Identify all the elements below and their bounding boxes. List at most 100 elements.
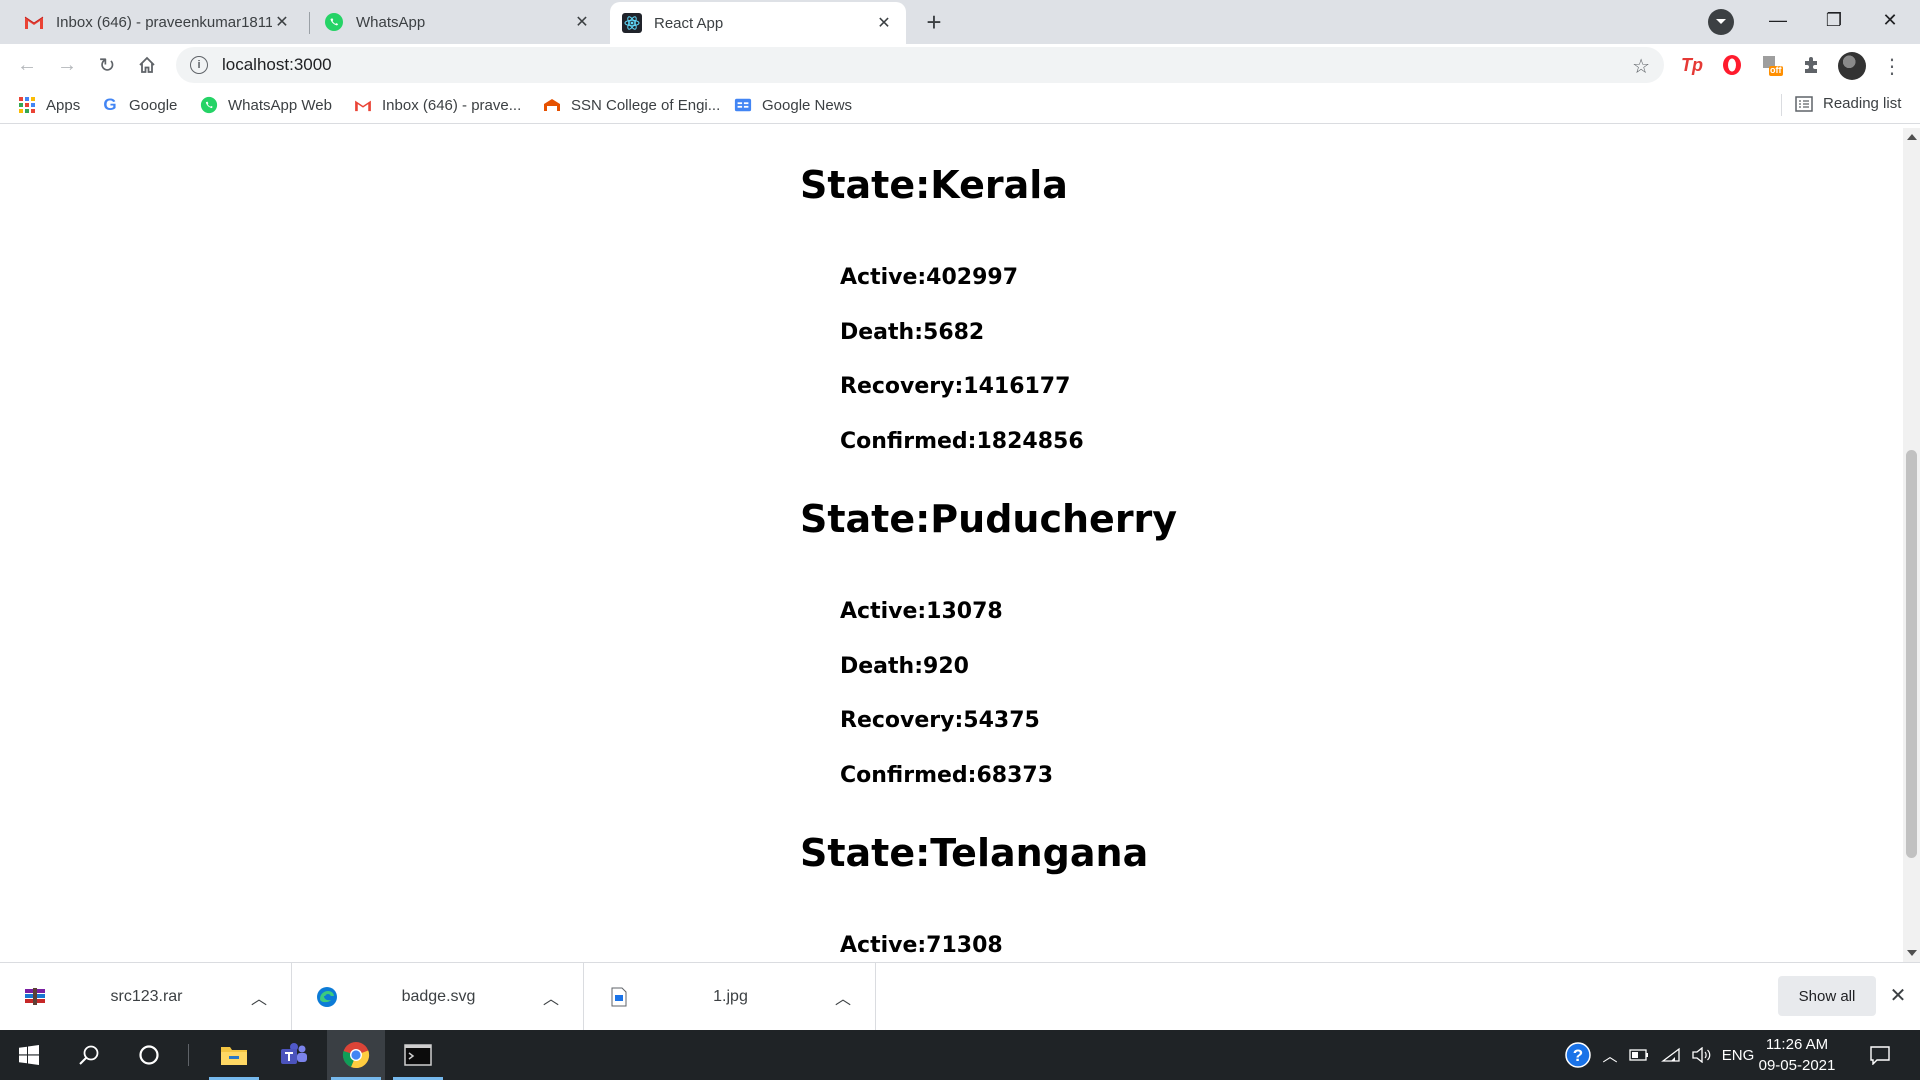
bookmarks-divider (1781, 94, 1782, 116)
tab-close-icon[interactable]: ✕ (572, 12, 592, 32)
taskbar-terminal[interactable] (389, 1030, 447, 1080)
download-item-badge[interactable]: badge.svg ︿ (292, 963, 584, 1031)
bookmarks-bar: Apps G Google WhatsApp Web Inbox (646) -… (0, 86, 1920, 124)
tab-title: Inbox (646) - praveenkumar1811 (56, 13, 272, 31)
show-hidden-icons-chevron-up-icon[interactable]: ︿ (1598, 1030, 1622, 1080)
gmail-icon (354, 96, 372, 114)
image-file-icon (606, 984, 632, 1010)
whatsapp-icon (324, 12, 344, 32)
tab-react-app[interactable]: React App ✕ (610, 2, 906, 44)
stat-active: Active:402997 (840, 265, 1019, 290)
volume-icon[interactable] (1688, 1030, 1714, 1080)
extension-badge: off (1770, 65, 1782, 75)
bookmark-inbox[interactable]: Inbox (646) - prave... (354, 95, 521, 115)
forward-button[interactable]: → (51, 49, 83, 81)
reload-icon: ↻ (98, 54, 116, 77)
battery-icon[interactable] (1626, 1030, 1652, 1080)
taskbar-chrome[interactable] (327, 1030, 385, 1080)
tab-separator (309, 12, 310, 34)
whatsapp-icon (200, 96, 218, 114)
bookmark-label: Apps (46, 96, 81, 114)
window-close-button[interactable]: ✕ (1862, 0, 1918, 40)
page-scrollbar[interactable] (1903, 128, 1920, 962)
bookmark-google-news[interactable]: Google News (734, 95, 852, 115)
tab-whatsapp[interactable]: WhatsApp ✕ (312, 2, 604, 42)
url-text[interactable]: localhost:3000 (222, 55, 332, 75)
teams-icon (281, 1043, 307, 1064)
browser-menu-button[interactable]: ⋮ (1880, 52, 1904, 80)
tab-close-icon[interactable]: ✕ (272, 12, 292, 32)
download-item-src123[interactable]: src123.rar ︿ (0, 963, 292, 1031)
download-shelf: src123.rar ︿ badge.svg ︿ 1.jpg ︿ Show al… (0, 962, 1920, 1031)
bookmark-whatsapp-web[interactable]: WhatsApp Web (200, 95, 332, 115)
taskbar-clock[interactable]: 11:26 AM 09-05-2021 (1752, 1034, 1842, 1076)
back-button[interactable]: ← (11, 49, 43, 81)
stat-active: Active:13078 (840, 599, 1003, 624)
extension-off-icon[interactable]: off (1759, 52, 1785, 78)
taskbar-teams[interactable] (265, 1030, 323, 1080)
extension-tp-icon[interactable]: Tp (1679, 52, 1705, 78)
info-icon[interactable]: i (190, 56, 208, 74)
reading-list-button[interactable]: Reading list (1795, 95, 1901, 112)
start-icon (19, 1045, 39, 1065)
tab-gmail[interactable]: Inbox (646) - praveenkumar1811 ✕ (12, 2, 304, 42)
opera-vpn-icon[interactable] (1719, 52, 1745, 78)
download-item-1jpg[interactable]: 1.jpg ︿ (584, 963, 876, 1031)
cortana-icon (139, 1045, 159, 1065)
close-download-shelf-icon[interactable]: ✕ (1886, 983, 1910, 1007)
tab-search-button[interactable] (1708, 9, 1734, 35)
help-tray-icon[interactable]: ? (1560, 1030, 1596, 1080)
chevron-up-icon[interactable]: ︿ (829, 985, 857, 1009)
winrar-archive-icon (22, 984, 48, 1010)
clock-date: 09-05-2021 (1758, 1057, 1836, 1074)
show-all-downloads-button[interactable]: Show all (1778, 976, 1876, 1016)
download-filename: badge.svg (401, 988, 476, 1005)
home-button[interactable] (131, 49, 163, 81)
bookmark-ssn-college[interactable]: SSN College of Engi... (543, 95, 720, 115)
taskbar-file-explorer[interactable] (205, 1030, 263, 1080)
state-heading: State:Puducherry (800, 497, 1178, 541)
bookmark-label: Inbox (646) - prave... (382, 96, 522, 114)
start-button[interactable] (0, 1030, 58, 1080)
taskbar-search-button[interactable] (60, 1030, 118, 1080)
browser-toolbar: ← → ↻ i localhost:3000 ☆ Tp off ⋮ (0, 44, 1920, 86)
arrow-right-icon: → (57, 53, 77, 76)
chevron-up-icon[interactable]: ︿ (537, 985, 565, 1009)
cortana-button[interactable] (120, 1030, 178, 1080)
tab-title: WhatsApp (356, 13, 426, 31)
extensions-puzzle-icon[interactable] (1799, 52, 1825, 78)
search-icon (79, 1045, 99, 1065)
bookmark-star-icon[interactable]: ☆ (1632, 54, 1650, 79)
page-viewport: State:Kerala Active:402997 Death:5682 Re… (0, 128, 1903, 962)
profile-avatar[interactable] (1838, 52, 1866, 80)
stat-death: Death:920 (840, 654, 969, 679)
edge-icon (314, 984, 340, 1010)
notifications-icon[interactable] (1862, 1030, 1898, 1080)
bookmark-google[interactable]: G Google (101, 95, 177, 115)
stat-active: Active:71308 (840, 933, 1003, 958)
file-explorer-icon (221, 1047, 247, 1065)
bookmark-label: SSN College of Engi... (571, 96, 721, 114)
scroll-down-icon[interactable] (1907, 950, 1917, 956)
scroll-up-icon[interactable] (1907, 134, 1917, 140)
chevron-up-icon[interactable]: ︿ (245, 985, 273, 1009)
tab-close-icon[interactable]: ✕ (874, 13, 894, 33)
google-news-icon (734, 96, 752, 114)
new-tab-button[interactable]: + (918, 6, 950, 38)
scroll-thumb[interactable] (1906, 450, 1917, 858)
apps-grid-icon (18, 96, 36, 114)
restore-button[interactable]: ❐ (1806, 0, 1862, 40)
stat-confirmed: Confirmed:1824856 (840, 429, 1084, 454)
taskbar-divider (188, 1044, 189, 1066)
wifi-icon[interactable] (1658, 1030, 1684, 1080)
state-heading: State:Telangana (800, 831, 1149, 875)
reload-button[interactable]: ↻ (91, 49, 123, 81)
download-filename: 1.jpg (713, 988, 748, 1005)
state-card-telangana: State:Telangana Active:71308 (800, 826, 1500, 958)
bookmark-apps[interactable]: Apps (18, 95, 80, 115)
bookmark-label: Google News (762, 96, 853, 114)
gmail-icon (24, 12, 44, 32)
bookmark-label: WhatsApp Web (228, 96, 332, 114)
minimize-button[interactable]: — (1750, 0, 1806, 40)
address-bar[interactable]: i localhost:3000 ☆ (176, 47, 1664, 83)
